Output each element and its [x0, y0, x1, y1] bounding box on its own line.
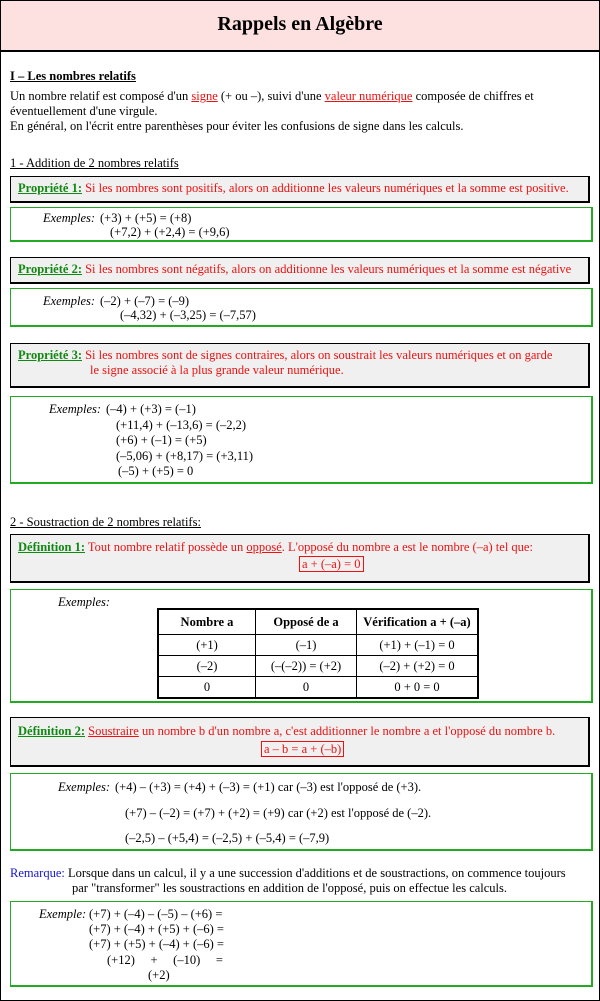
example-line: (–4,32) + (–3,25) = (–7,57)	[120, 308, 256, 322]
example-line: (–4) + (+3) = (–1)	[106, 402, 196, 416]
example-line: (+7) + (–4) + (+5) + (–6) =	[89, 922, 224, 936]
propriete-3-text-line1: Propriété 3: Si les nombres sont de sign…	[18, 348, 552, 363]
definition-2-box: Définition 2: Soustraire un nombre b d'u…	[10, 717, 590, 767]
definition-1-text-b: . L'opposé du nombre a est le nombre (–a…	[281, 540, 533, 554]
definition-2-formula: a – b = a + (–b)	[261, 741, 345, 757]
table-header-row: Nombre a Opposé de a Vérification a + (–…	[157, 608, 479, 635]
examples-label: Exemples:	[58, 595, 111, 609]
examples-label: Exemples:	[58, 780, 111, 794]
table-cell: (–1)	[255, 634, 357, 656]
remarque-line1: Remarque: Lorsque dans un calcul, il y a…	[10, 866, 566, 881]
examples-box-prop2: Exemples: (–2) + (–7) = (–9) (–4,32) + (…	[10, 288, 593, 327]
table-cell: (+1)	[157, 634, 256, 656]
propriete-3-statement: Si les nombres sont de signes contraires…	[81, 348, 553, 362]
intro-paragraph-line2: éventuellement d'une virgule.	[10, 104, 158, 118]
table-header: Nombre a	[157, 608, 256, 635]
propriete-2-label: Propriété 2:	[18, 262, 82, 276]
table-cell: (–2) + (+2) = 0	[356, 655, 479, 677]
intro-paragraph-2: En général, on l'écrit entre parenthèses…	[10, 119, 464, 133]
term-valeur-numerique: valeur numérique	[324, 89, 413, 103]
table-cell: (–(–2)) = (+2)	[255, 655, 357, 677]
example-line: (+7) + (+5) + (–4) + (–6) =	[89, 937, 224, 951]
examples-label: Exemples:	[43, 211, 96, 225]
propriete-3-text-line2: le signe associé à la plus grande valeur…	[90, 363, 344, 377]
definition-1-label: Définition 1:	[18, 540, 86, 554]
example-line: (–2) + (–7) = (–9)	[100, 294, 190, 308]
definition-1-box: Définition 1: Tout nombre relatif possèd…	[10, 534, 590, 583]
subheading-soustraction: 2 - Soustraction de 2 nombres relatifs:	[10, 515, 201, 529]
opposite-table: Nombre a Opposé de a Vérification a + (–…	[157, 608, 479, 699]
example-result: (+2)	[148, 968, 170, 982]
examples-box-remarque: Exemple: (+7) + (–4) – (–5) – (+6) = (+7…	[10, 901, 593, 987]
remarque-text: Lorsque dans un calcul, il y a une succe…	[64, 866, 566, 880]
table-header: Opposé de a	[255, 608, 357, 635]
definition-2-text: Définition 2: Soustraire un nombre b d'u…	[18, 724, 555, 739]
example-line: (–5) + (+5) = 0	[118, 464, 194, 478]
example-line: (–2,5) – (+5,4) = (–2,5) + (–5,4) = (–7,…	[125, 831, 330, 845]
propriete-2-box: Propriété 2: Si les nombres sont négatif…	[10, 257, 590, 284]
remarque-label: Remarque:	[10, 866, 65, 880]
formula-box: a + (–a) = 0	[299, 556, 364, 572]
definition-2-statement: un nombre b d'un nombre a, c'est additio…	[138, 724, 556, 738]
formula-box: a – b = a + (–b)	[261, 741, 345, 757]
definition-2-label: Définition 2:	[18, 724, 86, 738]
propriete-1-label: Propriété 1:	[18, 181, 82, 195]
examples-label: Exemples:	[49, 402, 102, 416]
example-line: (+7) – (–2) = (+7) + (+2) = (+9) car (+2…	[125, 806, 432, 820]
section-heading-relatifs: I – Les nombres relatifs	[10, 69, 136, 83]
title-bar: Rappels en Algèbre	[1, 1, 599, 52]
examples-box-prop1: Exemples: (+3) + (+5) = (+8) (+7,2) + (+…	[10, 207, 593, 242]
example-line: (+11,4) + (–13,6) = (–2,2)	[116, 418, 247, 432]
definition-1-text-a: Tout nombre relatif possède un	[85, 540, 247, 554]
intro-text-c: composée de chiffres et	[412, 89, 534, 103]
example-line: (+7) + (–4) – (–5) – (+6) =	[89, 907, 223, 921]
intro-text-a: Un nombre relatif est composé d'un	[10, 89, 192, 103]
table-row: 0 0 0 + 0 = 0	[157, 676, 479, 699]
page-title: Rappels en Algèbre	[217, 13, 383, 35]
propriete-1-text: Propriété 1: Si les nombres sont positif…	[18, 181, 569, 196]
table-header: Vérification a + (–a)	[356, 608, 479, 635]
intro-paragraph-line1: Un nombre relatif est composé d'un signe…	[10, 89, 534, 104]
remarque-line2: par "transformer" les soustractions en a…	[72, 881, 508, 895]
examples-box-prop3: Exemples: (–4) + (+3) = (–1) (+11,4) + (…	[10, 396, 593, 484]
example-line: (+6) + (–1) = (+5)	[116, 433, 207, 447]
table-cell: (+1) + (–1) = 0	[356, 634, 479, 656]
example-line: (+4) – (+3) = (+4) + (–3) = (+1) car (–3…	[115, 780, 422, 794]
example-line: (–5,06) + (+8,17) = (+3,11)	[116, 449, 254, 463]
term-oppose: opposé	[246, 540, 282, 554]
propriete-3-label: Propriété 3:	[18, 348, 82, 362]
table-cell: 0	[157, 676, 256, 699]
table-row: (+1) (–1) (+1) + (–1) = 0	[157, 634, 479, 656]
intro-text-b: (+ ou –), suivi d'une	[217, 89, 325, 103]
term-soustraire: Soustraire	[88, 724, 139, 738]
subheading-addition: 1 - Addition de 2 nombres relatifs	[10, 156, 179, 170]
example-line: (+7,2) + (+2,4) = (+9,6)	[110, 225, 230, 239]
propriete-2-statement: Si les nombres sont négatifs, alors on a…	[81, 262, 572, 276]
table-row: (–2) (–(–2)) = (+2) (–2) + (+2) = 0	[157, 655, 479, 677]
examples-label: Exemples:	[43, 294, 96, 308]
examples-box-def2: Exemples: (+4) – (+3) = (+4) + (–3) = (+…	[10, 773, 593, 851]
propriete-2-text: Propriété 2: Si les nombres sont négatif…	[18, 262, 571, 277]
example-label: Exemple:	[39, 907, 87, 921]
propriete-3-box: Propriété 3: Si les nombres sont de sign…	[10, 343, 590, 388]
definition-1-text: Définition 1: Tout nombre relatif possèd…	[18, 540, 533, 555]
page-frame: Rappels en Algèbre I – Les nombres relat…	[0, 0, 600, 1001]
example-line: (+12) + (–10) =	[107, 953, 223, 967]
table-cell: 0	[255, 676, 357, 699]
example-line: (+3) + (+5) = (+8)	[100, 211, 192, 225]
table-cell: (–2)	[157, 655, 256, 677]
propriete-1-statement: Si les nombres sont positifs, alors on a…	[81, 181, 569, 195]
definition-1-formula: a + (–a) = 0	[299, 556, 364, 572]
table-cell: 0 + 0 = 0	[356, 676, 479, 699]
term-signe: signe	[191, 89, 218, 103]
propriete-1-box: Propriété 1: Si les nombres sont positif…	[10, 176, 590, 203]
